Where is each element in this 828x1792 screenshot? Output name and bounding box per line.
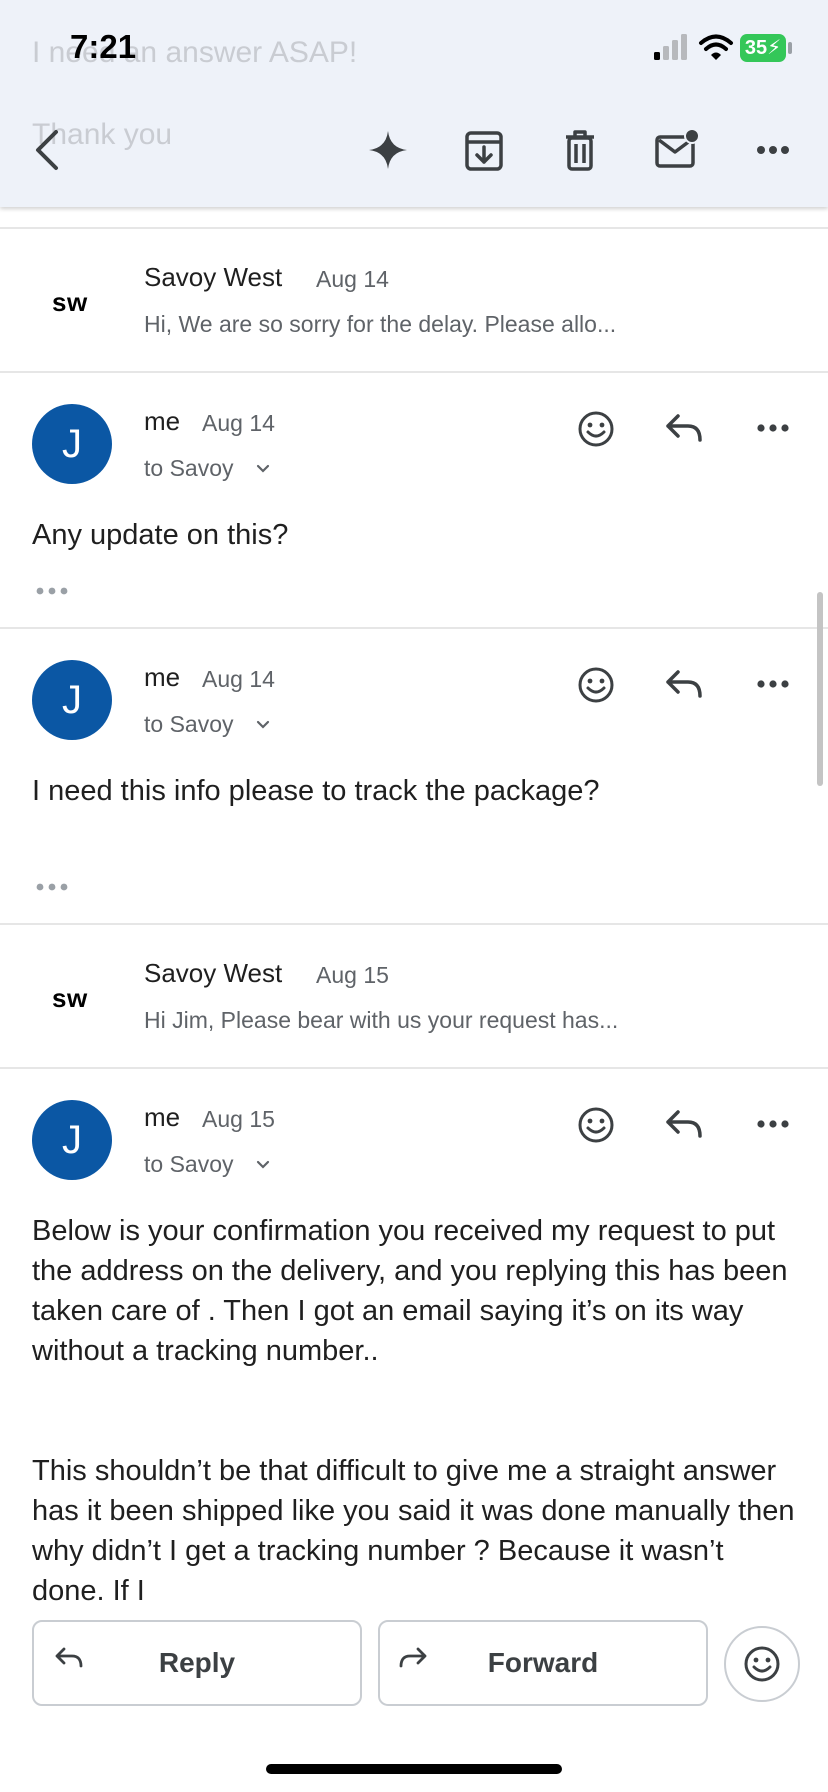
sender-name: me xyxy=(144,662,181,692)
show-trimmed-content-icon[interactable] xyxy=(36,882,72,892)
recipient-details[interactable]: to Savoy xyxy=(144,1151,234,1178)
recipient-details[interactable]: to Savoy xyxy=(144,711,234,738)
sender-name: me xyxy=(144,1102,181,1132)
reply-icon[interactable] xyxy=(664,1108,704,1142)
trash-icon[interactable] xyxy=(564,130,596,172)
divider xyxy=(0,923,828,925)
home-indicator[interactable] xyxy=(266,1764,562,1774)
chevron-down-icon[interactable] xyxy=(256,720,270,730)
chevron-down-icon[interactable] xyxy=(256,464,270,474)
message-body: Below is your confirmation you received … xyxy=(32,1215,788,1367)
avatar: J xyxy=(32,1100,112,1180)
reply-icon[interactable] xyxy=(664,412,704,446)
divider xyxy=(0,227,828,229)
emoji-reaction-icon[interactable] xyxy=(577,666,615,704)
more-icon[interactable] xyxy=(756,144,790,156)
emoji-icon xyxy=(744,1646,780,1682)
message-date: Aug 14 xyxy=(316,266,389,292)
forward-label: Forward xyxy=(487,1647,599,1678)
reply-label: Reply xyxy=(158,1647,236,1678)
mark-unread-icon[interactable] xyxy=(654,128,700,170)
show-trimmed-content-icon[interactable] xyxy=(36,586,72,596)
emoji-reaction-button[interactable] xyxy=(724,1626,800,1702)
back-icon[interactable] xyxy=(30,128,64,172)
status-time: 7:21 xyxy=(70,28,137,65)
scrollbar[interactable] xyxy=(817,592,823,786)
sender-logo: sw xyxy=(52,983,88,1013)
emoji-reaction-icon[interactable] xyxy=(577,1106,615,1144)
message-date: Aug 15 xyxy=(316,962,389,988)
battery-level: 35 xyxy=(744,37,768,59)
top-app-bar: I need an answer ASAP! Thank you 7:21 35… xyxy=(0,0,828,207)
message-body: This shouldn’t be that difficult to give… xyxy=(32,1455,795,1607)
reply-icon[interactable] xyxy=(664,668,704,702)
divider xyxy=(0,627,828,629)
message-body: Any update on this? xyxy=(32,519,289,551)
forward-button[interactable]: Forward xyxy=(378,1620,708,1706)
message-snippet: Hi Jim, Please bear with us your request… xyxy=(144,1007,619,1033)
avatar: J xyxy=(32,404,112,484)
battery-cap xyxy=(788,42,792,54)
message-date: Aug 14 xyxy=(202,410,275,436)
message-date: Aug 14 xyxy=(202,666,275,692)
sender-name: Savoy West xyxy=(144,958,283,988)
emoji-reaction-icon[interactable] xyxy=(577,410,615,448)
reply-button[interactable]: Reply xyxy=(32,1620,362,1706)
chevron-down-icon[interactable] xyxy=(256,1160,270,1170)
cellular-signal-icon xyxy=(654,34,687,60)
divider xyxy=(0,371,828,373)
battery-icon: 35⚡ xyxy=(740,34,786,62)
divider xyxy=(0,1067,828,1069)
message-body: I need this info please to track the pac… xyxy=(32,775,600,807)
avatar: J xyxy=(32,660,112,740)
sender-name: me xyxy=(144,406,181,436)
more-icon[interactable] xyxy=(756,1118,790,1130)
more-icon[interactable] xyxy=(756,678,790,690)
sparkle-icon[interactable] xyxy=(368,130,408,170)
sender-name: Savoy West xyxy=(144,262,283,292)
archive-icon[interactable] xyxy=(464,130,504,172)
sender-logo: sw xyxy=(52,287,88,317)
recipient-details[interactable]: to Savoy xyxy=(144,455,234,482)
message-date: Aug 15 xyxy=(202,1106,275,1132)
wifi-icon xyxy=(699,34,733,60)
more-icon[interactable] xyxy=(756,422,790,434)
message-snippet: Hi, We are so sorry for the delay. Pleas… xyxy=(144,311,617,337)
